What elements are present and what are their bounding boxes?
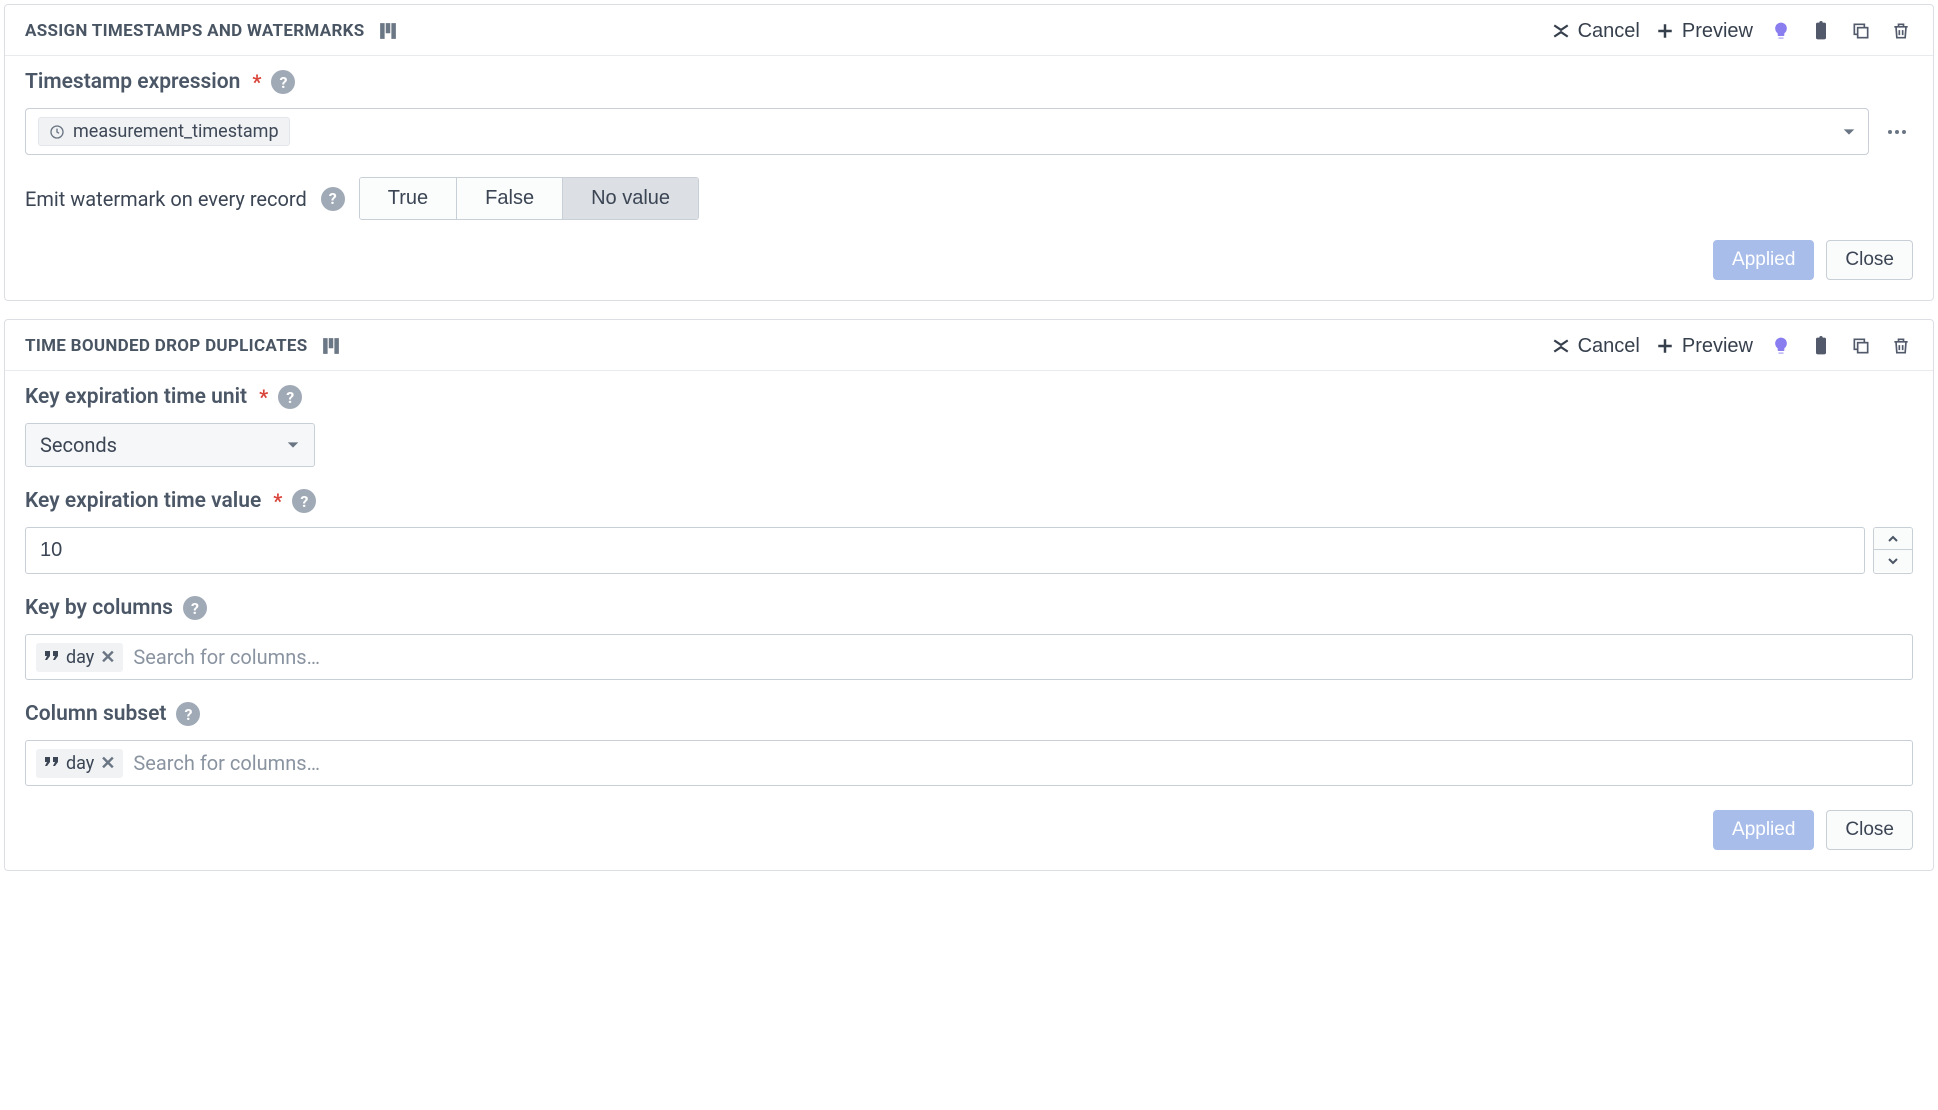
- timestamp-expression-input[interactable]: measurement_timestamp: [25, 108, 1869, 155]
- cancel-button[interactable]: Cancel: [1552, 20, 1640, 43]
- column-tag-label: day: [66, 647, 94, 668]
- ellipsis-icon: [1885, 120, 1909, 144]
- remove-tag-button[interactable]: ✕: [100, 753, 115, 774]
- field-key-expiration-unit: Key expiration time unit * ? Seconds: [25, 385, 1913, 467]
- panel-body: Timestamp expression * ? measurement_tim…: [5, 56, 1933, 240]
- collapse-icon: [1552, 337, 1570, 355]
- board-icon: [322, 337, 340, 355]
- panel-drop-duplicates: TIME BOUNDED DROP DUPLICATES Cancel Prev…: [4, 319, 1934, 871]
- trash-icon: [1891, 21, 1911, 41]
- delete-button[interactable]: [1889, 334, 1913, 358]
- step-up-button[interactable]: [1874, 528, 1912, 550]
- column-tag: day ✕: [36, 643, 123, 672]
- required-star: *: [252, 70, 261, 94]
- expression-chip: measurement_timestamp: [38, 117, 290, 146]
- close-button[interactable]: Close: [1826, 240, 1913, 280]
- chevron-down-icon: [1887, 556, 1899, 566]
- chevron-down-icon: [286, 438, 300, 452]
- copy-button[interactable]: [1849, 334, 1873, 358]
- field-key-expiration-value: Key expiration time value * ?: [25, 489, 1913, 574]
- segment-false[interactable]: False: [457, 178, 563, 219]
- columns-placeholder: Search for columns…: [133, 751, 320, 775]
- field-emit-watermark: Emit watermark on every record ? True Fa…: [25, 177, 1913, 220]
- quote-icon: [44, 756, 60, 770]
- clipboard-button[interactable]: [1809, 19, 1833, 43]
- field-label: Key expiration time unit: [25, 385, 247, 409]
- step-down-button[interactable]: [1874, 550, 1912, 572]
- panel-header: ASSIGN TIMESTAMPS AND WATERMARKS Cancel …: [5, 5, 1933, 56]
- expression-chip-label: measurement_timestamp: [73, 121, 279, 142]
- help-icon[interactable]: ?: [292, 489, 316, 513]
- clock-icon: [49, 124, 65, 140]
- board-icon: [379, 22, 397, 40]
- cancel-label: Cancel: [1578, 335, 1640, 358]
- field-key-by-columns: Key by columns ? day ✕ Search for column…: [25, 596, 1913, 680]
- lightbulb-icon: [1771, 21, 1791, 41]
- chevron-up-icon: [1887, 534, 1899, 544]
- help-icon[interactable]: ?: [271, 70, 295, 94]
- copy-icon: [1851, 336, 1871, 356]
- emit-watermark-label: Emit watermark on every record: [25, 187, 307, 211]
- unit-select[interactable]: Seconds: [25, 423, 315, 467]
- applied-button: Applied: [1713, 240, 1814, 280]
- collapse-icon: [1552, 22, 1570, 40]
- field-column-subset: Column subset ? day ✕ Search for columns…: [25, 702, 1913, 786]
- key-by-columns-input[interactable]: day ✕ Search for columns…: [25, 634, 1913, 680]
- preview-label: Preview: [1682, 335, 1753, 358]
- copy-button[interactable]: [1849, 19, 1873, 43]
- plus-icon: [1656, 337, 1674, 355]
- panel-header: TIME BOUNDED DROP DUPLICATES Cancel Prev…: [5, 320, 1933, 371]
- cancel-label: Cancel: [1578, 20, 1640, 43]
- help-icon[interactable]: ?: [176, 702, 200, 726]
- column-subset-input[interactable]: day ✕ Search for columns…: [25, 740, 1913, 786]
- lightbulb-icon: [1771, 336, 1791, 356]
- required-star: *: [273, 489, 282, 513]
- trash-icon: [1891, 336, 1911, 356]
- help-icon[interactable]: ?: [321, 187, 345, 211]
- cancel-button[interactable]: Cancel: [1552, 335, 1640, 358]
- header-actions: Cancel Preview: [1552, 19, 1913, 43]
- segment-true[interactable]: True: [360, 178, 457, 219]
- emit-watermark-segmented: True False No value: [359, 177, 699, 220]
- panel-assign-timestamps: ASSIGN TIMESTAMPS AND WATERMARKS Cancel …: [4, 4, 1934, 301]
- column-tag-label: day: [66, 753, 94, 774]
- panel-footer: Applied Close: [5, 810, 1933, 870]
- panel-title: ASSIGN TIMESTAMPS AND WATERMARKS: [25, 21, 365, 41]
- column-tag: day ✕: [36, 749, 123, 778]
- hint-button[interactable]: [1769, 19, 1793, 43]
- field-timestamp-expression: Timestamp expression * ? measurement_tim…: [25, 70, 1913, 155]
- help-icon[interactable]: ?: [278, 385, 302, 409]
- preview-button[interactable]: Preview: [1656, 335, 1753, 358]
- copy-icon: [1851, 21, 1871, 41]
- field-label: Key by columns: [25, 596, 173, 620]
- help-icon[interactable]: ?: [183, 596, 207, 620]
- segment-no-value[interactable]: No value: [563, 178, 698, 219]
- panel-footer: Applied Close: [5, 240, 1933, 300]
- close-button[interactable]: Close: [1826, 810, 1913, 850]
- value-stepper: [1873, 527, 1913, 574]
- applied-button: Applied: [1713, 810, 1814, 850]
- clipboard-icon: [1811, 336, 1831, 356]
- preview-button[interactable]: Preview: [1656, 20, 1753, 43]
- preview-label: Preview: [1682, 20, 1753, 43]
- chevron-down-icon: [1842, 125, 1856, 139]
- hint-button[interactable]: [1769, 334, 1793, 358]
- required-star: *: [259, 385, 268, 409]
- more-options-button[interactable]: [1881, 116, 1913, 148]
- quote-icon: [44, 650, 60, 664]
- clipboard-button[interactable]: [1809, 334, 1833, 358]
- header-actions: Cancel Preview: [1552, 334, 1913, 358]
- panel-body: Key expiration time unit * ? Seconds Key…: [5, 371, 1933, 810]
- clipboard-icon: [1811, 21, 1831, 41]
- panel-title: TIME BOUNDED DROP DUPLICATES: [25, 336, 308, 356]
- unit-select-value: Seconds: [40, 433, 117, 457]
- remove-tag-button[interactable]: ✕: [100, 647, 115, 668]
- field-label: Column subset: [25, 702, 166, 726]
- delete-button[interactable]: [1889, 19, 1913, 43]
- field-label: Timestamp expression: [25, 70, 240, 94]
- field-label: Key expiration time value: [25, 489, 261, 513]
- expiration-value-input[interactable]: [25, 527, 1865, 574]
- columns-placeholder: Search for columns…: [133, 645, 320, 669]
- plus-icon: [1656, 22, 1674, 40]
